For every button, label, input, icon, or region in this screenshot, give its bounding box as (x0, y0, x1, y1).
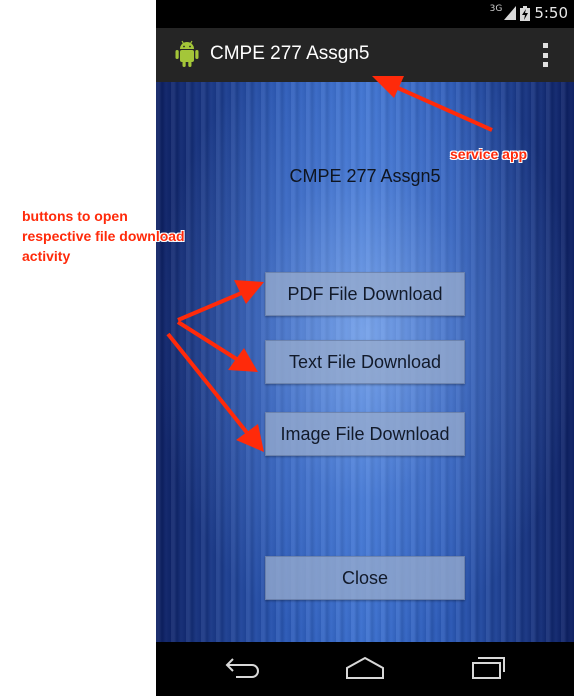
arrow-to-pdf-button (177, 280, 264, 322)
arrow-to-image-button (166, 332, 264, 452)
arrow-to-title (372, 76, 493, 132)
buttons-annotation-line-2: respective file download (22, 228, 185, 244)
annotation-arrows (166, 76, 493, 452)
buttons-annotation-line-3: activity (22, 248, 71, 264)
buttons-annotation-line-1: buttons to open (22, 208, 128, 224)
service-app-annotation: service app (450, 146, 528, 162)
